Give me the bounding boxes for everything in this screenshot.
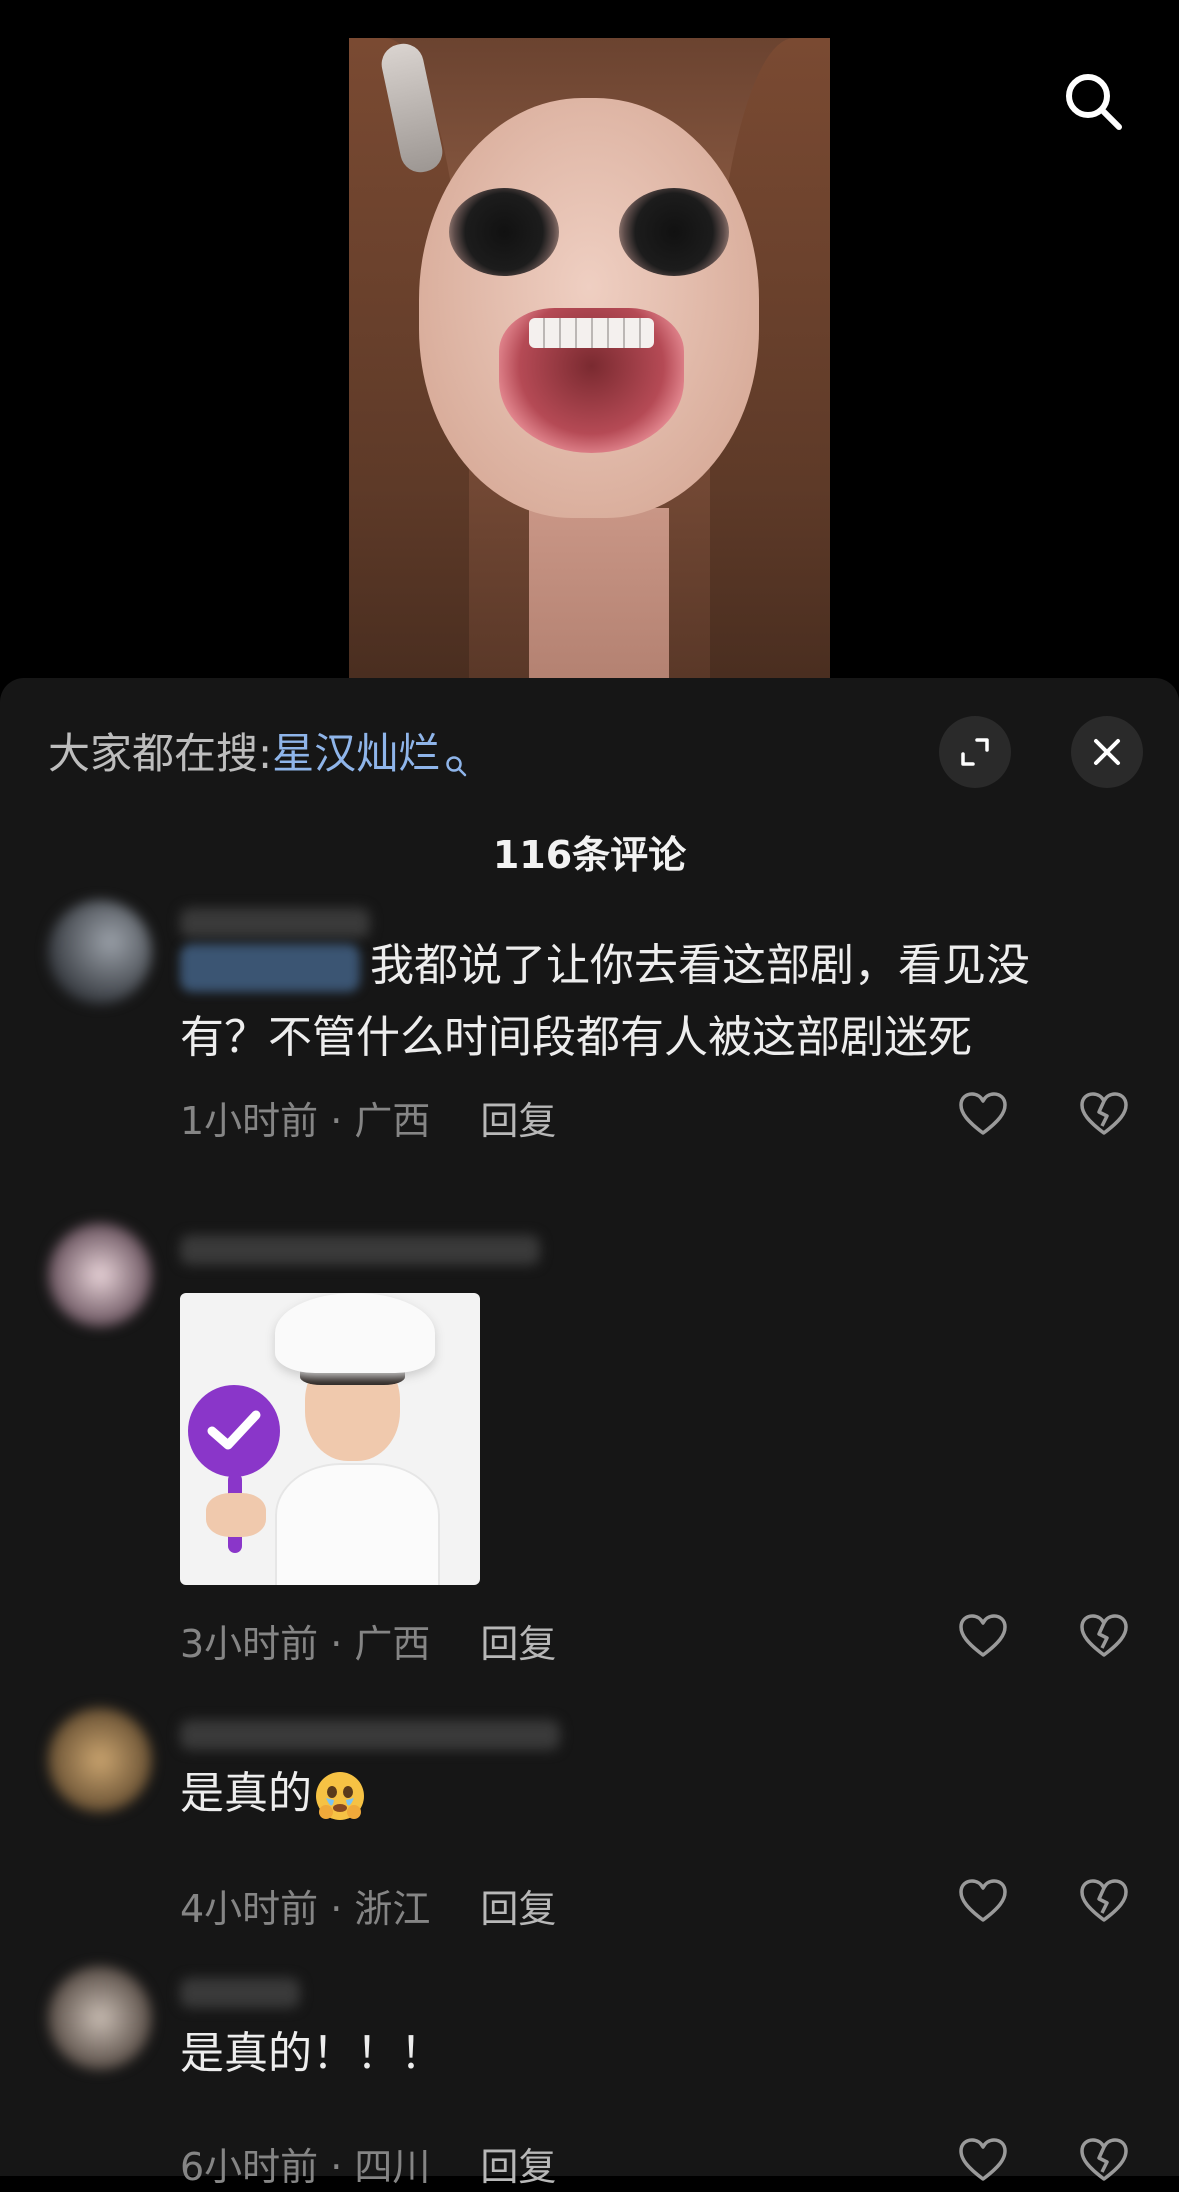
comment-meta: 4小时前 · 浙江 回复 <box>180 1878 556 1933</box>
comment-text-content: 是真的！！！ <box>180 2028 444 2079</box>
username-blurred[interactable] <box>180 1720 560 1750</box>
search-icon <box>1066 74 1122 130</box>
expand-icon <box>961 738 989 766</box>
expand-button[interactable] <box>939 716 1011 788</box>
crying-face-emoji-icon <box>312 1768 368 1824</box>
comments-header: 大家都在搜:星汉灿烂 116条评论 <box>0 678 1179 877</box>
username-blurred[interactable] <box>180 1235 540 1265</box>
close-icon <box>1094 739 1120 765</box>
reply-button[interactable]: 回复 <box>480 1622 556 1666</box>
avatar[interactable] <box>48 1966 152 2070</box>
dislike-button[interactable] <box>1076 2132 1132 2188</box>
heart-icon <box>959 1879 1007 1922</box>
mention-blurred[interactable] <box>180 944 360 992</box>
video-neck <box>529 508 669 678</box>
heart-icon <box>959 1614 1007 1657</box>
comment-time-location: 1小时前 · 广西 <box>180 1099 431 1143</box>
reply-button[interactable]: 回复 <box>480 2145 556 2189</box>
like-button[interactable] <box>955 1086 1011 1142</box>
like-button[interactable] <box>955 1608 1011 1664</box>
sticker-chef-hat <box>275 1293 435 1373</box>
heart-icon <box>959 2138 1007 2181</box>
dislike-button[interactable] <box>1076 1608 1132 1664</box>
video-frame[interactable] <box>349 38 830 678</box>
search-suggestion-term[interactable]: 星汉灿烂 <box>272 729 440 778</box>
avatar[interactable] <box>48 900 152 1004</box>
search-button[interactable] <box>1062 70 1124 132</box>
video-eye-left <box>449 188 559 276</box>
broken-heart-icon <box>1080 1879 1128 1922</box>
avatar[interactable] <box>48 1708 152 1812</box>
comment-text: 是真的 <box>180 1758 1080 1830</box>
username-blurred[interactable] <box>180 1978 300 2008</box>
broken-heart-icon <box>1080 1092 1128 1135</box>
sticker-image[interactable] <box>180 1293 480 1585</box>
video-teeth <box>529 318 654 348</box>
comment-meta: 6小时前 · 四川 回复 <box>180 2136 556 2191</box>
comment-item: 3小时前 · 广西 回复 <box>0 1223 1179 1673</box>
comment-meta: 3小时前 · 广西 回复 <box>180 1613 556 1668</box>
like-button[interactable] <box>955 2132 1011 2188</box>
close-button[interactable] <box>1071 716 1143 788</box>
video-eye-right <box>619 188 729 276</box>
comment-item: 是真的！！！ 6小时前 · 四川 回复 <box>0 1966 1179 2189</box>
comment-item: 是真的 4小时前 · 浙江 回复 <box>0 1708 1179 1938</box>
comment-time-location: 4小时前 · 浙江 <box>180 1887 431 1931</box>
reply-button[interactable]: 回复 <box>480 1887 556 1931</box>
comment-item: 我都说了让你去看这部剧，看见没有？不管什么时间段都有人被这部剧迷死 1小时前 ·… <box>0 900 1179 1170</box>
search-suggestion[interactable]: 大家都在搜:星汉灿烂 <box>48 724 468 784</box>
like-button[interactable] <box>955 1873 1011 1929</box>
check-icon <box>207 1410 261 1450</box>
video-player[interactable] <box>0 0 1179 700</box>
dislike-button[interactable] <box>1076 1086 1132 1142</box>
comment-text-content: 是真的 <box>180 1768 312 1819</box>
comment-time-location: 6小时前 · 四川 <box>180 2145 431 2189</box>
dislike-button[interactable] <box>1076 1873 1132 1929</box>
broken-heart-icon <box>1080 1614 1128 1657</box>
comment-text: 是真的！！！ <box>180 2018 1080 2090</box>
comment-text: 我都说了让你去看这部剧，看见没有？不管什么时间段都有人被这部剧迷死 <box>180 930 1080 1074</box>
comment-count-title: 116条评论 <box>492 833 687 877</box>
sticker-chef-body <box>275 1463 440 1585</box>
sticker-hand <box>206 1493 266 1537</box>
broken-heart-icon <box>1080 2138 1128 2181</box>
search-suggestion-prefix: 大家都在搜: <box>48 729 273 778</box>
comments-sheet: 大家都在搜:星汉灿烂 116条评论 我都说了让你去看这部剧，看见没有？不管什么时… <box>0 678 1179 2189</box>
comment-meta: 1小时前 · 广西 回复 <box>180 1090 556 1145</box>
comment-time-location: 3小时前 · 广西 <box>180 1622 431 1666</box>
small-search-icon <box>444 734 468 794</box>
heart-icon <box>959 1092 1007 1135</box>
reply-button[interactable]: 回复 <box>480 1099 556 1143</box>
avatar[interactable] <box>48 1223 152 1327</box>
